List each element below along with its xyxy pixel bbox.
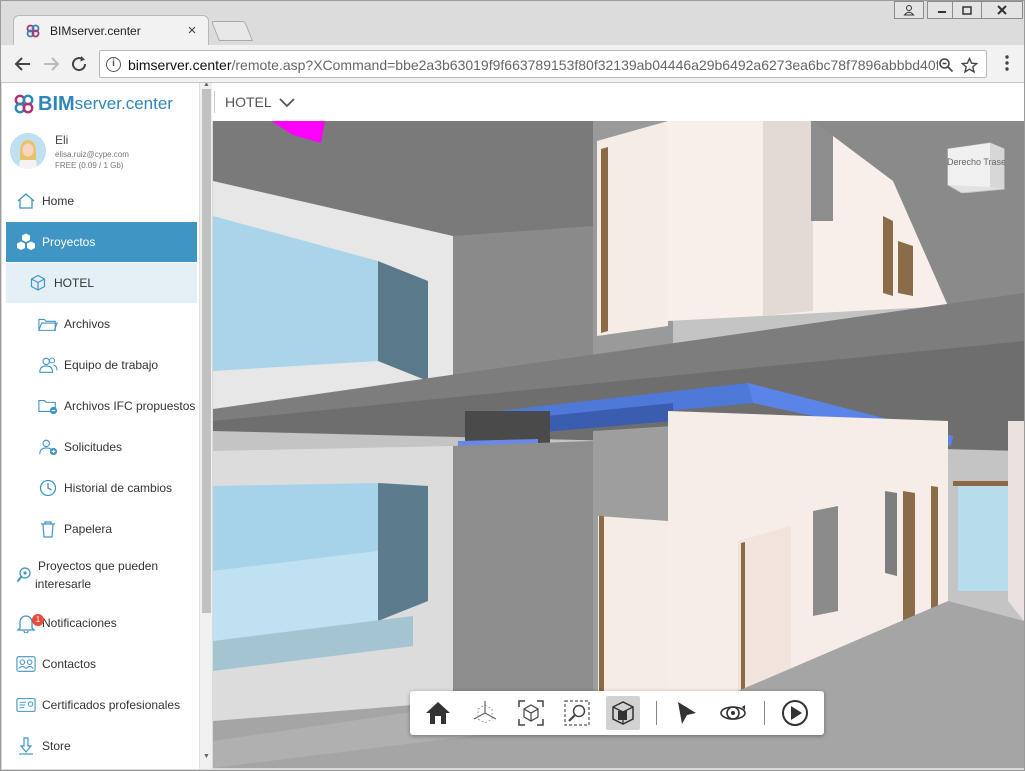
title-bar: BIMserver.center ×: [1, 1, 1024, 45]
nav-equipo[interactable]: Equipo de trabajo: [6, 345, 197, 385]
nav-archivos-label: Archivos: [64, 317, 111, 331]
nav-papelera-label: Papelera: [64, 522, 113, 536]
nav-solicitudes[interactable]: Solicitudes: [6, 427, 197, 467]
sidebar: BIM server.center Eli elisa.ruiz@cype.co…: [2, 83, 212, 769]
home-icon: [16, 191, 36, 211]
team-icon: [38, 355, 58, 375]
nav-archivos[interactable]: Archivos: [6, 304, 197, 344]
axes-icon[interactable]: [468, 696, 502, 730]
url-path: /remote.asp?XCommand=bbe2a3b63019f9f6637…: [231, 57, 938, 73]
contacts-icon: [16, 654, 36, 674]
user-profile[interactable]: Eli elisa.ruiz@cype.com FREE (0.09 / 1 G…: [10, 131, 200, 177]
new-tab-button[interactable]: [210, 21, 254, 41]
zoom-window-icon[interactable]: [560, 696, 594, 730]
orbit-icon[interactable]: [716, 696, 750, 730]
sidebar-scroll-thumb[interactable]: [202, 89, 211, 613]
nav-ifc-label: Archivos IFC propuestos: [64, 399, 196, 413]
tab-title: BIMserver.center: [50, 24, 141, 38]
user-email: elisa.ruiz@cype.com: [55, 150, 129, 159]
3d-viewport[interactable]: Derecho Trase: [213, 121, 1024, 768]
download-store-icon: [16, 736, 36, 756]
nav-papelera[interactable]: Papelera: [6, 509, 197, 549]
nav-interesar-label: Proyectos que pueden interesarle: [35, 557, 159, 593]
project-selector[interactable]: HOTEL: [214, 91, 296, 113]
nav-notificaciones-label: Notificaciones: [42, 616, 117, 630]
bookmark-star-icon[interactable]: [960, 54, 979, 79]
back-button[interactable]: [11, 52, 35, 76]
user-name: Eli: [55, 133, 69, 147]
tab-close-icon[interactable]: ×: [184, 22, 200, 39]
walk-play-icon[interactable]: [778, 696, 812, 730]
nav-equipo-label: Equipo de trabajo: [64, 358, 159, 372]
bimserver-logo-icon: [14, 94, 34, 114]
navigation-cube[interactable]: Derecho Trase: [946, 137, 1006, 193]
history-clock-icon: [38, 478, 58, 498]
nav-store[interactable]: Store: [6, 726, 197, 766]
notification-badge: 1: [32, 614, 44, 626]
nav-contactos[interactable]: Contactos: [6, 644, 197, 684]
bimserver-favicon-icon: [26, 24, 40, 38]
scroll-up-arrow-icon[interactable]: ▲: [203, 83, 210, 88]
folder-icon: [38, 314, 58, 334]
toolbar-separator: [764, 701, 765, 725]
sidebar-scrollbar[interactable]: ▲ ▼: [199, 83, 212, 769]
nav-certificados-label: Certificados profesionales: [42, 698, 181, 712]
nav-hotel-label: HOTEL: [54, 276, 95, 290]
logo-rest-text: server.center: [74, 94, 173, 113]
viewer-toolbar: [410, 691, 824, 735]
browser-toolbar: i bimserver.center/remote.asp?XCommand=b…: [1, 45, 1024, 83]
address-bar[interactable]: i bimserver.center/remote.asp?XCommand=b…: [99, 50, 987, 78]
nav-interesar-label-line2: interesarle: [35, 577, 92, 591]
nav-store-label: Store: [42, 739, 71, 753]
browser-menu-icon[interactable]: [1004, 54, 1010, 72]
nav-interesar-label-line1: Proyectos que pueden: [38, 559, 159, 573]
folder-proposal-icon: [38, 396, 58, 416]
fit-view-icon[interactable]: [514, 696, 548, 730]
browser-tab[interactable]: BIMserver.center ×: [13, 15, 209, 45]
nav-home-label: Home: [42, 194, 75, 208]
project-selector-label: HOTEL: [225, 94, 272, 110]
nav-certificados[interactable]: Certificados profesionales: [6, 685, 197, 725]
avatar[interactable]: [10, 133, 46, 169]
trash-icon: [38, 519, 58, 539]
viewer-header: HOTEL: [212, 83, 1024, 121]
navcube-label: Derecho Trase: [947, 157, 1005, 167]
search-projects-icon: [16, 565, 36, 585]
close-icon[interactable]: [981, 1, 1023, 19]
toolbar-separator: [656, 701, 657, 725]
browser-window: BIMserver.center × i bimserver.center/re…: [0, 0, 1025, 771]
chevron-down-icon: [279, 98, 295, 108]
cube-icon: [28, 273, 48, 293]
url-text[interactable]: bimserver.center/remote.asp?XCommand=bbe…: [128, 57, 938, 73]
nav-home[interactable]: Home: [6, 181, 197, 221]
scroll-down-arrow-icon[interactable]: ▼: [203, 753, 210, 760]
user-plan: FREE (0.09 / 1 Gb): [55, 161, 124, 170]
reload-button[interactable]: [67, 52, 91, 76]
nav-notificaciones[interactable]: 1 Notificaciones: [6, 603, 197, 643]
nav-interesar[interactable]: Proyectos que pueden interesarle: [6, 553, 197, 597]
nav-historial[interactable]: Historial de cambios: [6, 468, 197, 508]
restore-icon[interactable]: [952, 1, 982, 19]
nav-proyectos-label: Proyectos: [42, 235, 96, 249]
user-icon[interactable]: [894, 1, 924, 19]
cubes-icon: [16, 232, 36, 252]
3d-model-render[interactable]: [213, 121, 1024, 768]
zoom-icon[interactable]: [938, 55, 954, 77]
section-box-icon[interactable]: [606, 696, 640, 730]
certificate-icon: [16, 695, 36, 715]
requests-icon: [38, 437, 58, 457]
home-view-icon[interactable]: [421, 696, 455, 730]
nav-solicitudes-label: Solicitudes: [64, 440, 123, 454]
url-host: bimserver.center: [128, 57, 232, 73]
nav-proyectos[interactable]: Proyectos: [6, 222, 197, 262]
site-info-icon[interactable]: i: [106, 57, 121, 72]
nav-ifc[interactable]: Archivos IFC propuestos: [6, 386, 197, 426]
nav-historial-label: Historial de cambios: [64, 481, 173, 495]
nav-contactos-label: Contactos: [42, 657, 97, 671]
select-icon[interactable]: [669, 696, 703, 730]
bimserver-logo[interactable]: BIM server.center: [14, 93, 173, 115]
forward-button[interactable]: [39, 52, 63, 76]
nav-hotel[interactable]: HOTEL: [6, 263, 197, 303]
logo-bim-text: BIM: [38, 92, 75, 115]
